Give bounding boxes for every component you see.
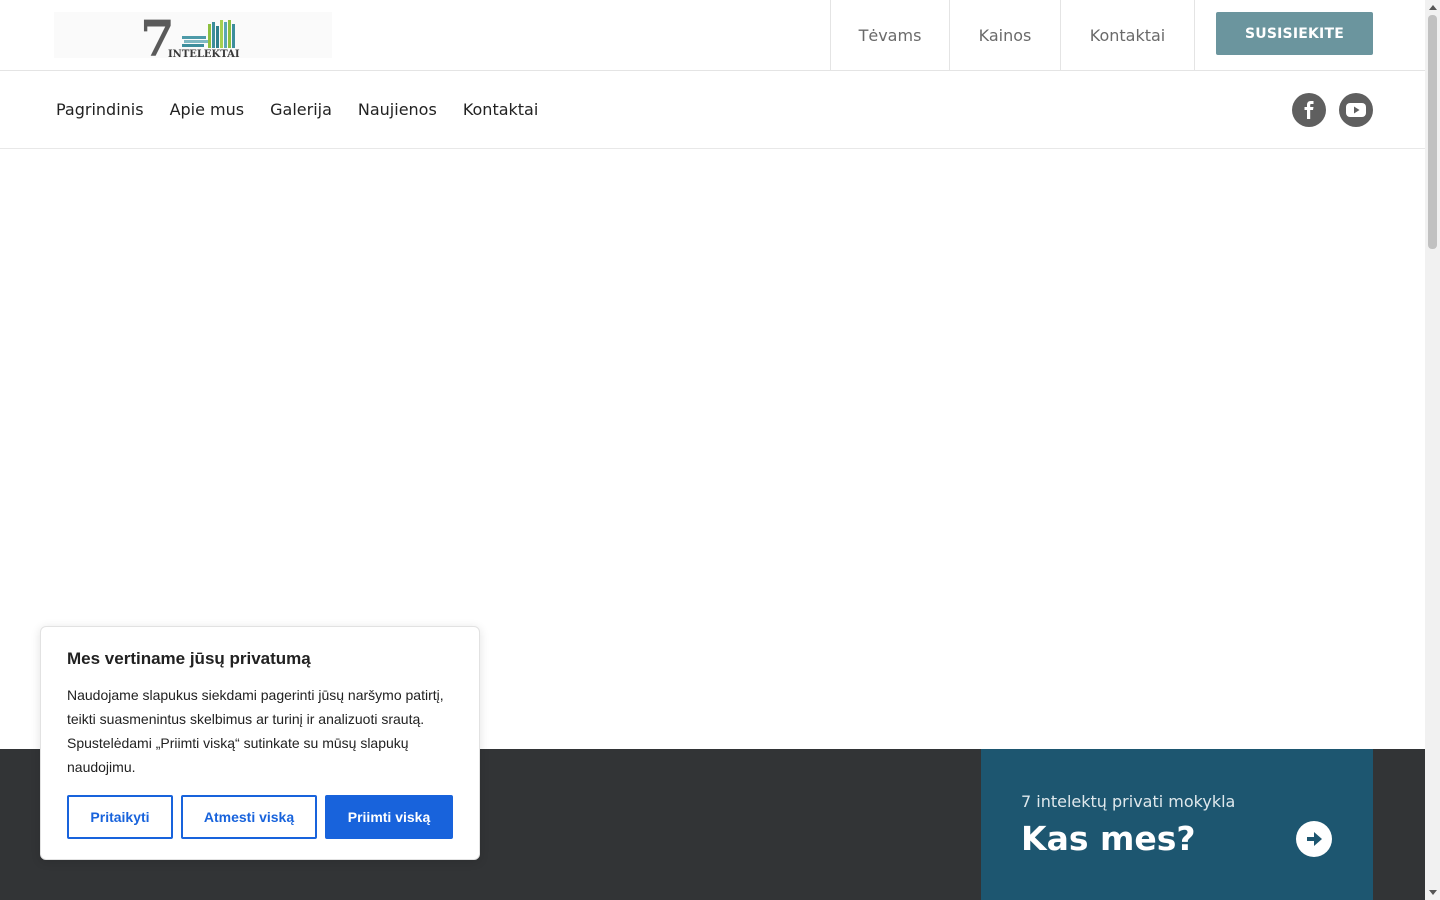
page-scrollbar[interactable] (1425, 0, 1440, 900)
nav-item-naujienos[interactable]: Naujienos (358, 100, 437, 119)
site-logo[interactable]: 7 INTELEKTAI (54, 12, 332, 58)
contact-cta-button[interactable]: SUSISIEKITE (1216, 12, 1373, 55)
cookie-accept-button[interactable]: Priimti viską (325, 795, 453, 839)
cookie-reject-button[interactable]: Atmesti viską (181, 795, 317, 839)
main-navigation: Pagrindinis Apie mus Galerija Naujienos … (0, 71, 1425, 149)
logo-graphic: 7 INTELEKTAI (140, 12, 240, 58)
scroll-thumb[interactable] (1428, 15, 1437, 249)
promo-title: Kas mes? (1021, 819, 1196, 858)
top-bar: 7 INTELEKTAI Tėvams Kainos Kontaktai SUS… (0, 0, 1425, 71)
logo-text: INTELEKTAI (168, 49, 240, 58)
nav-item-kontaktai[interactable]: Kontaktai (463, 100, 539, 119)
scroll-down-arrow-icon[interactable] (1425, 885, 1440, 900)
promo-subtitle: 7 intelektų privati mokykla (1021, 792, 1236, 811)
top-link-kontaktai[interactable]: Kontaktai (1060, 0, 1195, 70)
cookie-customize-button[interactable]: Pritaikyti (67, 795, 173, 839)
about-promo-card[interactable]: 7 intelektų privati mokykla Kas mes? (981, 749, 1373, 900)
nav-item-pagrindinis[interactable]: Pagrindinis (56, 100, 144, 119)
top-link-kainos[interactable]: Kainos (949, 0, 1060, 70)
arrow-right-icon[interactable] (1296, 821, 1332, 857)
cookie-title: Mes vertiname jūsų privatumą (67, 649, 311, 668)
youtube-icon[interactable] (1339, 93, 1373, 127)
top-link-tevams[interactable]: Tėvams (830, 0, 949, 70)
cookie-consent-dialog: Mes vertiname jūsų privatumą Naudojame s… (40, 626, 480, 860)
facebook-icon[interactable] (1292, 93, 1326, 127)
nav-item-galerija[interactable]: Galerija (270, 100, 332, 119)
scroll-up-arrow-icon[interactable] (1425, 0, 1440, 15)
cookie-description: Naudojame slapukus siekdami pagerinti jū… (67, 687, 444, 775)
nav-item-apie-mus[interactable]: Apie mus (170, 100, 245, 119)
